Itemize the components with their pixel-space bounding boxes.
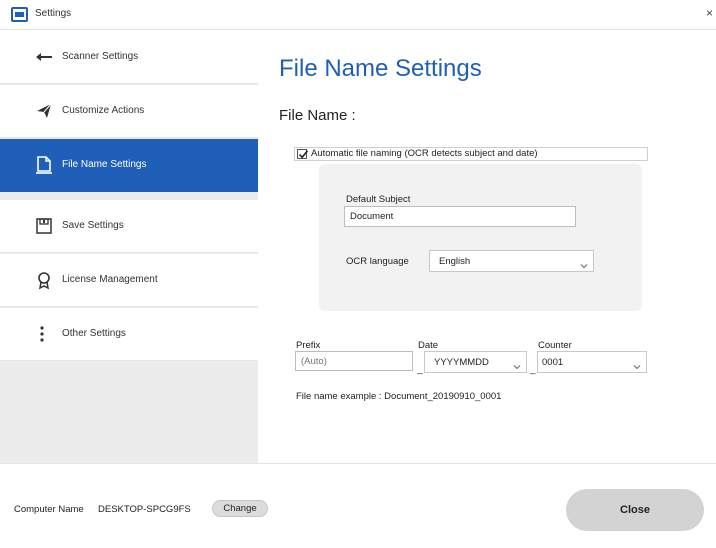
close-button[interactable]: Close bbox=[566, 489, 704, 531]
auto-naming-label: Automatic file naming (OCR detects subje… bbox=[311, 148, 538, 159]
award-ribbon-icon bbox=[34, 270, 54, 290]
chevron-down-icon bbox=[580, 257, 588, 269]
more-vertical-icon bbox=[34, 324, 54, 344]
change-button[interactable]: Change bbox=[212, 500, 268, 517]
ocr-language-value: English bbox=[439, 256, 471, 267]
sidebar-item-customize-actions[interactable]: Customize Actions bbox=[0, 85, 258, 138]
prefix-input[interactable] bbox=[295, 351, 413, 371]
file-name-example: File name example : Document_20190910_00… bbox=[296, 391, 502, 402]
checkmark-icon bbox=[298, 150, 309, 159]
counter-label: Counter bbox=[538, 340, 572, 351]
counter-value: 0001 bbox=[542, 357, 564, 368]
paper-plane-icon bbox=[34, 101, 54, 121]
ocr-language-select[interactable]: English bbox=[429, 250, 594, 272]
sidebar-item-scanner-settings[interactable]: Scanner Settings bbox=[0, 31, 258, 84]
sidebar-item-label: Customize Actions bbox=[62, 105, 145, 116]
sidebar-item-label: Scanner Settings bbox=[62, 51, 139, 62]
sidebar-item-label: License Management bbox=[62, 274, 158, 285]
sidebar-item-label: Save Settings bbox=[62, 220, 124, 231]
window-close-icon[interactable]: × bbox=[706, 6, 713, 20]
computer-name-label: Computer Name bbox=[14, 504, 84, 515]
auto-naming-row: Automatic file naming (OCR detects subje… bbox=[294, 147, 648, 161]
document-icon bbox=[34, 155, 54, 175]
sidebar-item-save-settings[interactable]: Save Settings bbox=[0, 200, 258, 253]
footer-bar: Computer Name DESKTOP-SPCG9FS Change Clo… bbox=[0, 463, 716, 548]
sidebar: Scanner Settings Customize Actions File … bbox=[0, 31, 258, 463]
separator: _ bbox=[417, 364, 423, 375]
main-panel: File Name Settings File Name : Automatic… bbox=[259, 31, 716, 463]
date-format-value: YYYYMMDD bbox=[434, 357, 489, 368]
title-bar: Settings × bbox=[0, 0, 716, 30]
separator: _ bbox=[530, 364, 536, 375]
sidebar-item-label: Other Settings bbox=[62, 328, 126, 339]
auto-naming-checkbox[interactable] bbox=[297, 149, 309, 159]
computer-name-value: DESKTOP-SPCG9FS bbox=[98, 504, 191, 515]
window-title: Settings bbox=[35, 8, 72, 19]
date-label: Date bbox=[418, 340, 439, 351]
sidebar-item-license-management[interactable]: License Management bbox=[0, 254, 258, 307]
ocr-language-label: OCR language bbox=[346, 256, 409, 267]
chevron-down-icon bbox=[633, 358, 641, 370]
prefix-label: Prefix bbox=[296, 340, 321, 351]
page-title: File Name Settings bbox=[279, 55, 482, 82]
sidebar-item-file-name-settings[interactable]: File Name Settings bbox=[0, 139, 258, 192]
chevron-down-icon bbox=[513, 358, 521, 370]
sidebar-item-other-settings[interactable]: Other Settings bbox=[0, 308, 258, 361]
settings-window: Settings × Scanner Settings Customize Ac… bbox=[0, 0, 716, 548]
app-icon bbox=[11, 7, 28, 22]
sidebar-item-label: File Name Settings bbox=[62, 159, 147, 170]
default-subject-input[interactable] bbox=[344, 206, 576, 227]
default-subject-label: Default Subject bbox=[346, 194, 411, 205]
counter-select[interactable]: 0001 bbox=[537, 351, 647, 373]
save-icon bbox=[34, 216, 54, 236]
date-format-select[interactable]: YYYYMMDD bbox=[424, 351, 527, 373]
arrow-left-icon bbox=[34, 47, 54, 67]
section-label: File Name : bbox=[279, 107, 356, 124]
ocr-options-panel: Default Subject OCR language English bbox=[319, 164, 642, 311]
